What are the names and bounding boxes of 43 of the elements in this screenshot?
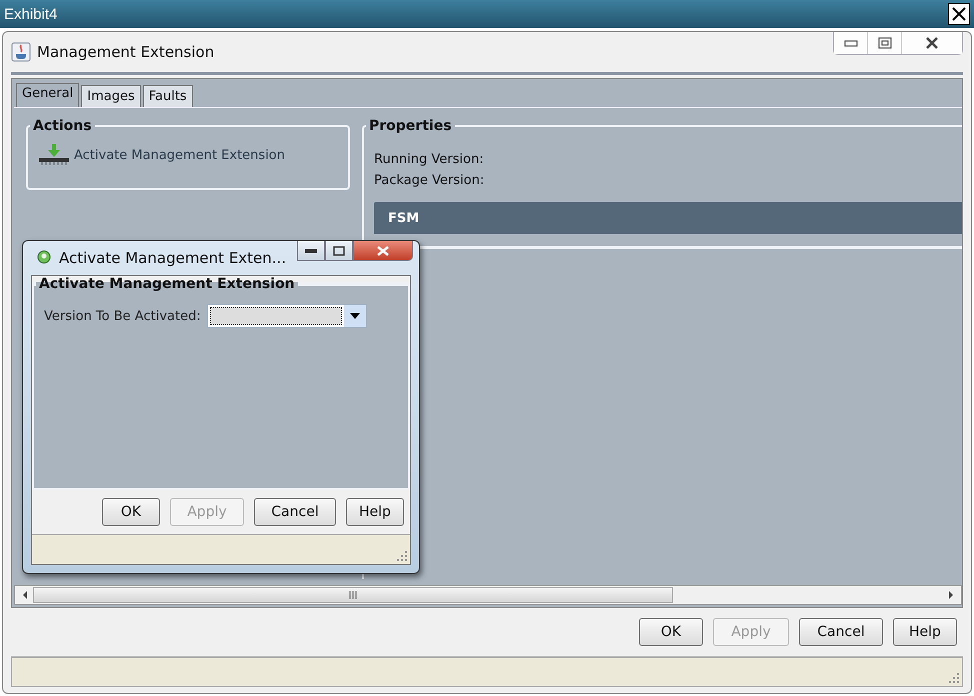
dialog-button[interactable]: Cancel (799, 618, 883, 646)
minimize-button[interactable] (834, 32, 868, 54)
action-link[interactable]: Activate Management Extension (74, 148, 285, 162)
app-icon (37, 250, 51, 266)
version-dropdown[interactable] (206, 304, 367, 328)
dialog-button[interactable]: OK (639, 618, 703, 646)
resize-grip-icon (396, 550, 408, 562)
dialog-button[interactable]: Cancel (254, 498, 336, 526)
scroll-thumb[interactable] (33, 587, 673, 603)
tab[interactable]: Faults (142, 85, 193, 107)
close-icon (925, 37, 939, 49)
window-title: Management Extension (37, 43, 214, 61)
group-title: Properties (368, 118, 453, 134)
dialog-button[interactable]: OK (102, 498, 160, 526)
section-title: FSM (388, 210, 420, 226)
tab[interactable]: General (16, 83, 80, 107)
dialog-button[interactable]: Help (893, 618, 957, 646)
download-icon (38, 144, 70, 166)
maximize-button[interactable] (325, 241, 353, 261)
dialog-title: Activate Management Exten... (59, 249, 286, 267)
minimize-icon (844, 39, 858, 47)
maximize-button[interactable] (868, 32, 902, 54)
dialog-button[interactable]: Help (346, 498, 404, 526)
scroll-left-icon[interactable] (21, 590, 29, 600)
field-label: Version To Be Activated: (44, 308, 201, 324)
minimize-icon (305, 248, 317, 254)
caret-icon (350, 313, 360, 319)
close-icon (377, 246, 389, 256)
close-button[interactable] (902, 32, 962, 54)
scroll-right-icon[interactable] (947, 590, 955, 600)
frame-title: Exhibit4 (4, 6, 58, 22)
app-icon (11, 42, 31, 62)
restore-icon (878, 37, 892, 49)
close-button[interactable] (948, 3, 970, 25)
group-title: Actions (32, 118, 93, 134)
minimize-button[interactable] (297, 241, 325, 261)
tab[interactable]: Images (81, 85, 141, 107)
maximize-icon (333, 246, 345, 256)
resize-grip-icon (948, 672, 960, 684)
group-title: Activate Management Extension (38, 276, 296, 292)
property-label: Package Version: (374, 173, 486, 188)
property-label: Running Version: (374, 152, 485, 167)
horizontal-scrollbar[interactable] (14, 585, 962, 605)
